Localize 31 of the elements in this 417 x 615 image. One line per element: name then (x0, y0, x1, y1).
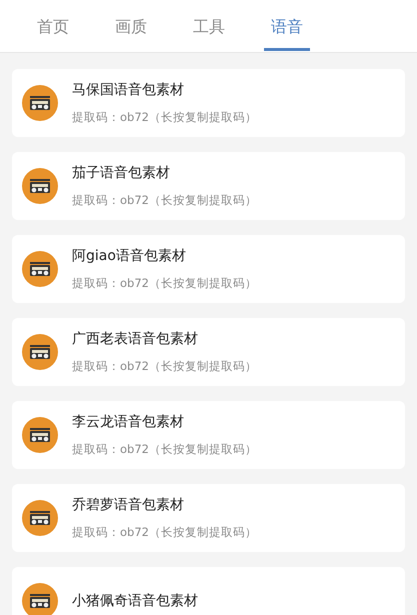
list-item[interactable]: 马保国语音包素材 提取码：ob72（长按复制提取码） (12, 69, 405, 137)
tab[interactable]: 首页 (14, 0, 92, 53)
boombox-icon (22, 417, 58, 453)
extraction-code: 提取码：ob72（长按复制提取码） (72, 440, 257, 458)
extraction-code: 提取码：ob72（长按复制提取码） (72, 192, 257, 209)
extraction-code: 提取码：ob72（长按复制提取码） (72, 274, 257, 292)
item-title: 小猪佩奇语音包素材 (72, 592, 198, 610)
extraction-code: 提取码：ob72（长按复制提取码） (72, 358, 257, 375)
list-item[interactable]: 小猪佩奇语音包素材 (12, 567, 405, 615)
extraction-code: 提取码：ob72（长按复制提取码） (72, 108, 257, 126)
extraction-code: 提取码：ob72（长按复制提取码） (72, 524, 257, 541)
list-item[interactable]: 阿giao语音包素材 提取码：ob72（长按复制提取码） (12, 235, 405, 303)
boombox-icon (22, 334, 58, 370)
list-item[interactable]: 李云龙语音包素材 提取码：ob72（长按复制提取码） (12, 401, 405, 469)
item-title: 茄子语音包素材 (72, 164, 171, 183)
item-title: 乔碧萝语音包素材 (72, 496, 185, 515)
boombox-icon (22, 583, 58, 615)
tab[interactable]: 语音 (248, 0, 326, 53)
tab[interactable]: 画质 (92, 0, 170, 53)
boombox-icon (22, 85, 58, 121)
item-title: 马保国语音包素材 (72, 80, 185, 100)
tab[interactable]: 工具 (170, 0, 248, 53)
boombox-icon (22, 251, 58, 287)
item-title: 广西老表语音包素材 (72, 330, 199, 349)
item-title: 阿giao语音包素材 (72, 246, 187, 266)
list-item[interactable]: 广西老表语音包素材 提取码：ob72（长按复制提取码） (12, 318, 405, 386)
item-title: 李云龙语音包素材 (72, 412, 185, 432)
boombox-icon (22, 500, 58, 536)
list-item[interactable]: 茄子语音包素材 提取码：ob72（长按复制提取码） (12, 152, 405, 220)
boombox-icon (22, 168, 58, 204)
list-item[interactable]: 乔碧萝语音包素材 提取码：ob72（长按复制提取码） (12, 484, 405, 552)
